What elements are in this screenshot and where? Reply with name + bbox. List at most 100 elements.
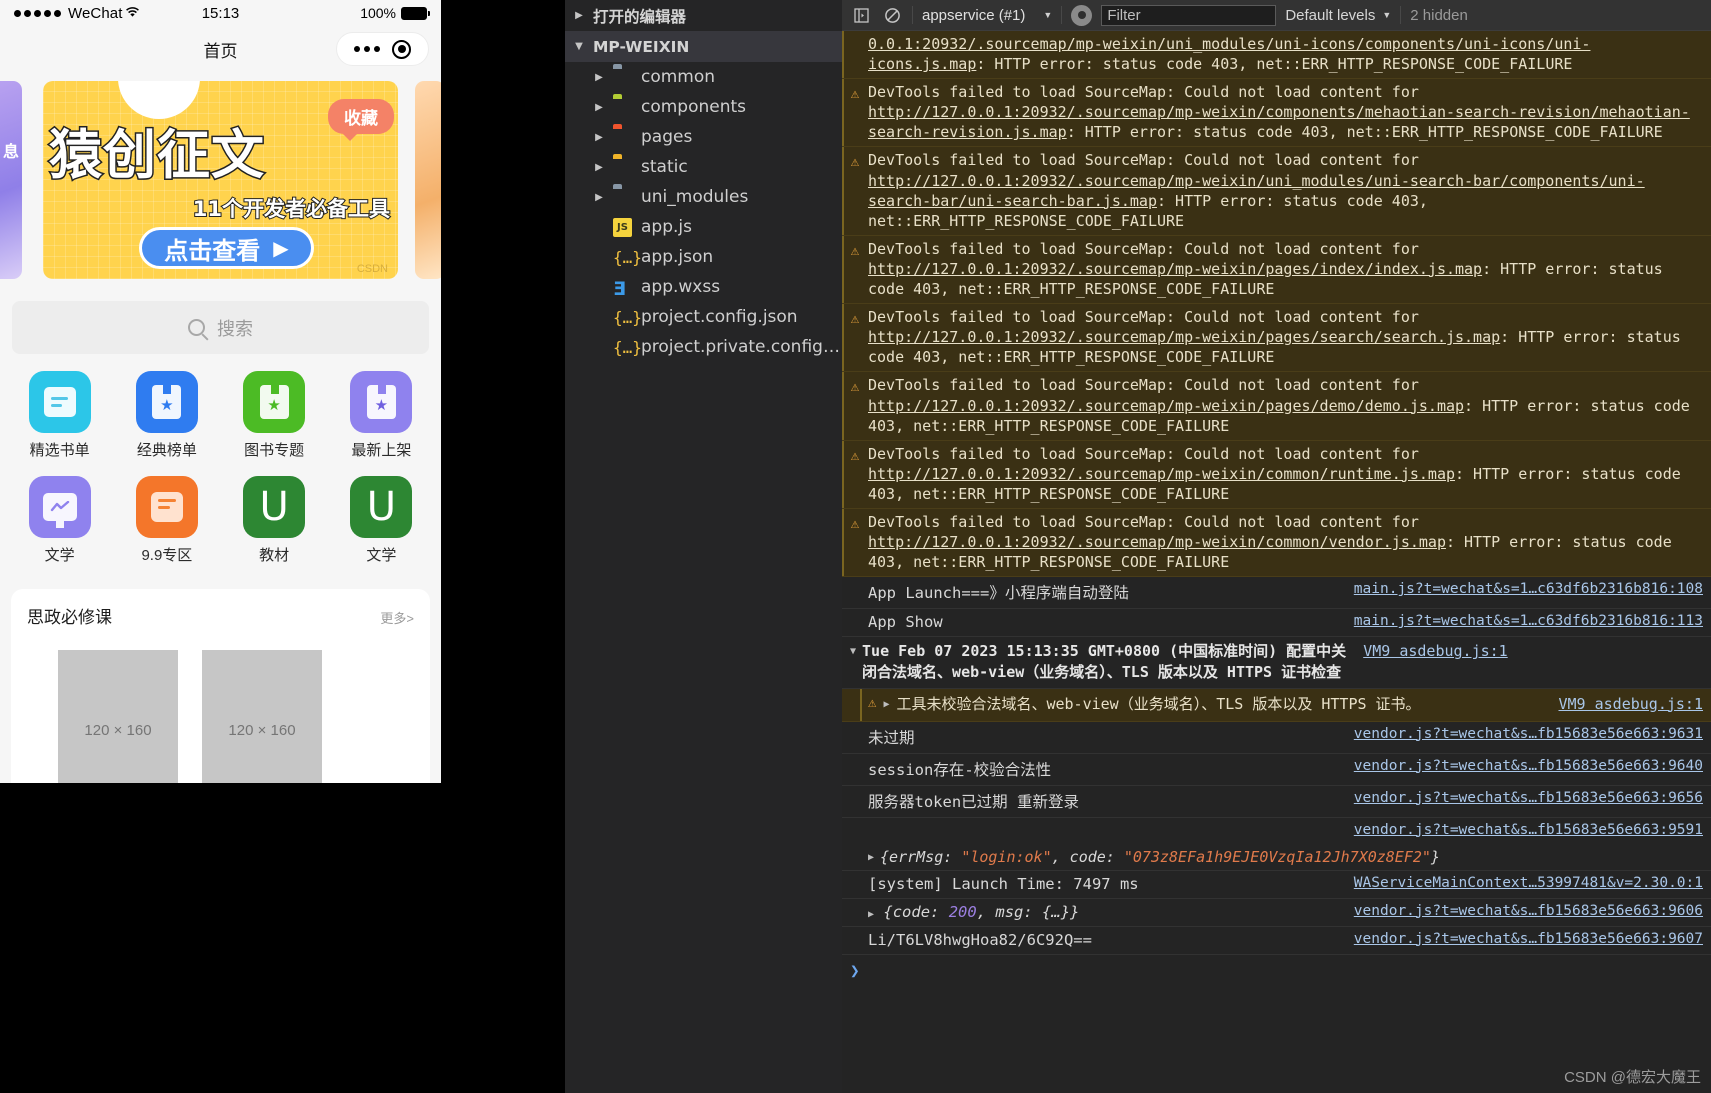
grid-label-0: 精选书单 xyxy=(29,442,90,459)
console-warning-message[interactable]: 0.0.1:20932/.sourcemap/mp-weixin/uni_mod… xyxy=(842,31,1711,80)
grid-item-6[interactable]: U 教材 xyxy=(221,470,328,571)
tree-row-common[interactable]: ▶ common xyxy=(565,62,842,92)
console-log-row[interactable]: 未过期 vendor.js?t=wechat&s…fb15683e56e663:… xyxy=(842,722,1711,754)
chevron-right-icon[interactable]: ▶ xyxy=(591,132,607,143)
chevron-right-icon[interactable]: ▶ xyxy=(868,848,874,863)
chevron-right-icon[interactable]: ▶ xyxy=(868,905,874,920)
log-source-link[interactable]: WAServiceMainContext…53997481&v=2.30.0:1 xyxy=(1354,875,1703,891)
console-log-row[interactable]: vendor.js?t=wechat&s…fb15683e56e663:9591 xyxy=(842,818,1711,845)
explorer-section-label: MP-WEIXIN xyxy=(593,37,690,56)
console-log-row[interactable]: [system] Launch Time: 7497 ms WAServiceM… xyxy=(842,871,1711,899)
thumbnail-placeholder[interactable]: 120 × 160 xyxy=(58,650,178,783)
console-warning-message[interactable]: ⚠ DevTools failed to load SourceMap: Coul… xyxy=(842,147,1711,236)
log-source-link[interactable]: vendor.js?t=wechat&s…fb15683e56e663:9640 xyxy=(1354,758,1703,774)
swiper-next-slide[interactable] xyxy=(415,81,441,279)
log-source-link[interactable]: main.js?t=wechat&s=1…c63df6b2316b816:113 xyxy=(1354,613,1703,629)
search-icon xyxy=(188,319,205,336)
log-source-link[interactable]: vendor.js?t=wechat&s…fb15683e56e663:9656 xyxy=(1354,790,1703,806)
console-log-row[interactable]: 服务器token已过期 重新登录 vendor.js?t=wechat&s…fb… xyxy=(842,786,1711,818)
tree-row-static[interactable]: ▶ static xyxy=(565,152,842,182)
chevron-right-icon[interactable]: ▶ xyxy=(591,162,607,173)
console-log-row[interactable]: session存在-校验合法性 vendor.js?t=wechat&s…fb1… xyxy=(842,754,1711,786)
grid-item-5[interactable]: 9.9专区 xyxy=(113,470,220,571)
tree-row-label: app.json xyxy=(641,247,714,267)
console-object-row-code[interactable]: ▶ {code: 200, msg: {…}} vendor.js?t=wech… xyxy=(842,899,1711,927)
chevron-down-icon[interactable]: ▼ xyxy=(850,641,856,682)
thumbnail-placeholder[interactable]: 120 × 160 xyxy=(202,650,322,783)
nested-warning-source-link[interactable]: VM9 asdebug.js:1 xyxy=(1559,694,1704,715)
console-group-header[interactable]: ▼ Tue Feb 07 2023 15:13:35 GMT+0800 (中国标… xyxy=(842,637,1711,689)
sourcemap-url-link[interactable]: http://127.0.0.1:20932/.sourcemap/mp-wei… xyxy=(868,397,1464,415)
log-source-link[interactable]: vendor.js?t=wechat&s…fb15683e56e663:9631 xyxy=(1354,726,1703,742)
console-prompt[interactable]: ❯ xyxy=(842,955,1711,986)
console-warning-message[interactable]: ⚠ DevTools failed to load SourceMap: Coul… xyxy=(842,508,1711,578)
sourcemap-url-link[interactable]: http://127.0.0.1:20932/.sourcemap/mp-wei… xyxy=(868,465,1455,483)
wechat-capsule-button[interactable] xyxy=(336,32,429,66)
chevron-right-icon[interactable]: ▶ xyxy=(591,192,607,203)
console-log-row[interactable]: App Launch===》小程序端自动登陆 main.js?t=wechat&… xyxy=(842,577,1711,610)
screenshot-root: WeChat 15:13 100% 首页 息 收藏 猿创征文 11个开发者必备工… xyxy=(0,0,1711,1093)
tree-row-project-private-config[interactable]: {…} project.private.config.js... xyxy=(565,332,842,362)
chevron-right-icon[interactable]: ▶ xyxy=(883,694,889,715)
sourcemap-url-link[interactable]: http://127.0.0.1:20932/.sourcemap/mp-wei… xyxy=(868,533,1446,551)
tree-row-label: project.config.json xyxy=(641,307,798,327)
tree-row-app-json[interactable]: {…} app.json xyxy=(565,242,842,272)
search-input[interactable]: 搜索 xyxy=(12,301,429,354)
chevron-right-icon[interactable]: ▶ xyxy=(591,102,607,113)
console-message-list[interactable]: 0.0.1:20932/.sourcemap/mp-weixin/uni_mod… xyxy=(842,31,1711,1093)
live-expression-icon[interactable] xyxy=(1071,4,1093,26)
log-level-selector[interactable]: Default levels ▼ xyxy=(1285,7,1391,24)
console-warning-message[interactable]: ⚠ DevTools failed to load SourceMap: Coul… xyxy=(842,440,1711,509)
explorer-section-mp-weixin[interactable]: ▼ MP-WEIXIN xyxy=(565,31,842,62)
sourcemap-url-link[interactable]: http://127.0.0.1:20932/.sourcemap/mp-wei… xyxy=(868,328,1500,346)
warning-text-part: : HTTP error: status code 403, net::ERR_… xyxy=(976,55,1573,74)
grid-item-4[interactable]: 文学 xyxy=(6,470,113,571)
file-explorer-panel: ▶ 打开的编辑器 ▼ MP-WEIXIN ▶ common ▶ componen… xyxy=(565,0,842,1093)
swiper-prev-slide[interactable]: 息 xyxy=(0,81,22,279)
console-warning-message[interactable]: ⚠ DevTools failed to load SourceMap: Coul… xyxy=(842,235,1711,305)
chevron-right-icon[interactable]: ▶ xyxy=(571,10,587,21)
json-file-icon: {…} xyxy=(613,338,642,357)
close-target-icon[interactable] xyxy=(392,39,411,59)
log-source-link[interactable]: main.js?t=wechat&s=1…c63df6b2316b816:108 xyxy=(1354,581,1703,597)
grid-item-1[interactable]: ★ 经典榜单 xyxy=(113,365,220,466)
more-menu-icon[interactable] xyxy=(354,46,380,52)
log-source-link[interactable]: vendor.js?t=wechat&s…fb15683e56e663:9591 xyxy=(1354,822,1703,838)
battery-percent: 100% xyxy=(360,5,396,21)
banner-circle-decoration xyxy=(118,81,200,119)
console-nested-warning[interactable]: ⚠ ▶ 工具未校验合法域名、web-view（业务域名）、TLS 版本以及 HT… xyxy=(842,688,1711,722)
tree-row-pages[interactable]: ▶ pages xyxy=(565,122,842,152)
tree-row-components[interactable]: ▶ components xyxy=(565,92,842,122)
tree-row-project-config[interactable]: {…} project.config.json xyxy=(565,302,842,332)
grid-item-0[interactable]: 精选书单 xyxy=(6,365,113,466)
console-warning-message[interactable]: ⚠ DevTools failed to load SourceMap: Coul… xyxy=(842,304,1711,373)
tree-row-app-js[interactable]: JS app.js xyxy=(565,212,842,242)
tree-row-uni-modules[interactable]: ▶ uni_modules xyxy=(565,182,842,212)
group-source-link[interactable]: VM9 asdebug.js:1 xyxy=(1363,642,1508,660)
grid-item-3[interactable]: ★ 最新上架 xyxy=(328,365,435,466)
console-warning-message[interactable]: ⚠ DevTools failed to load SourceMap: Coul… xyxy=(842,372,1711,441)
log-source-link[interactable]: vendor.js?t=wechat&s…fb15683e56e663:9607 xyxy=(1354,931,1703,947)
grid-item-2[interactable]: ★ 图书专题 xyxy=(221,365,328,466)
sourcemap-url-link[interactable]: http://127.0.0.1:20932/.sourcemap/mp-wei… xyxy=(868,260,1482,278)
log-level-label: Default levels xyxy=(1285,6,1376,24)
explorer-section-open-editors[interactable]: ▶ 打开的编辑器 xyxy=(565,0,842,31)
console-sidebar-icon[interactable] xyxy=(850,5,872,25)
banner-cta-button[interactable]: 点击查看 ▶ xyxy=(139,227,314,269)
execution-context-selector[interactable]: appservice (#1) ▼ xyxy=(922,7,1052,24)
log-source-link[interactable]: vendor.js?t=wechat&s…fb15683e56e663:9606 xyxy=(1354,903,1703,919)
search-placeholder: 搜索 xyxy=(217,318,253,339)
console-log-row[interactable]: Li/T6LV8hwgHoa82/6C92Q== vendor.js?t=wec… xyxy=(842,927,1711,955)
chevron-down-icon[interactable]: ▼ xyxy=(571,41,587,52)
banner-swiper[interactable]: 息 收藏 猿创征文 11个开发者必备工具 点击查看 ▶ CSDN xyxy=(0,75,441,291)
grid-item-7[interactable]: U 文学 xyxy=(328,470,435,571)
console-object-row-login[interactable]: ▶ {errMsg: "login:ok", code: "073z8EFa1h… xyxy=(842,845,1711,871)
card-more-link[interactable]: 更多> xyxy=(380,608,414,627)
console-log-row[interactable]: App Show main.js?t=wechat&s=1…c63df6b231… xyxy=(842,609,1711,638)
chevron-right-icon[interactable]: ▶ xyxy=(591,72,607,83)
clear-console-icon[interactable] xyxy=(881,5,903,25)
promo-banner[interactable]: 收藏 猿创征文 11个开发者必备工具 点击查看 ▶ CSDN xyxy=(43,81,398,279)
tree-row-app-wxss[interactable]: Ǝ app.wxss xyxy=(565,272,842,302)
console-warning-message[interactable]: ⚠ DevTools failed to load SourceMap: Coul… xyxy=(842,79,1711,148)
console-filter-input[interactable] xyxy=(1101,4,1277,26)
